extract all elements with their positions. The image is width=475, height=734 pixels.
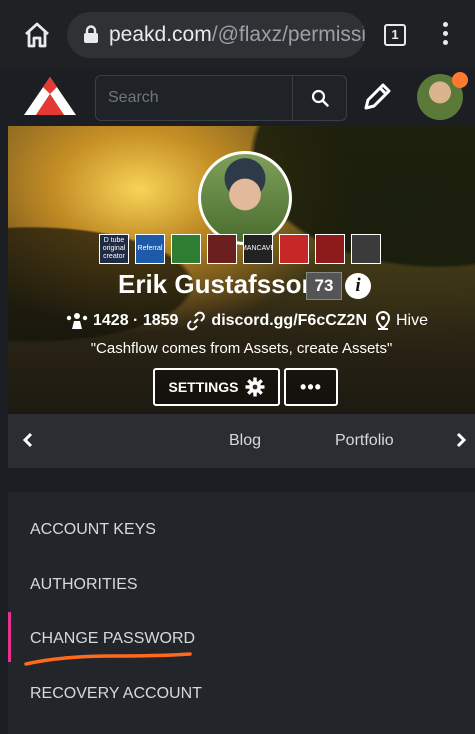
badge-people[interactable] [351, 234, 381, 264]
profile-avatar [198, 151, 292, 245]
stats-separator: · [133, 312, 139, 329]
badge-dtube[interactable]: D tube original creator [99, 234, 129, 264]
chevron-left-icon[interactable] [22, 432, 34, 448]
settings-label: SETTINGS [168, 379, 239, 395]
search-button[interactable] [292, 76, 347, 120]
profile-tabs: Blog Portfolio [8, 414, 475, 468]
badges-row: D tube original creator Referral MANCAVE [99, 234, 381, 264]
lock-icon [84, 25, 98, 43]
gear-icon [245, 377, 264, 397]
tab-blog[interactable]: Blog [229, 432, 261, 450]
badge-mancave[interactable]: MANCAVE [243, 234, 273, 264]
chevron-right-icon[interactable] [455, 432, 467, 448]
info-icon[interactable]: i [345, 273, 371, 299]
settings-button[interactable]: SETTINGS [153, 368, 280, 406]
location-icon [375, 311, 391, 331]
following-count[interactable]: 1859 [143, 312, 179, 330]
notification-dot [452, 72, 468, 88]
reputation-badge: 73 [306, 272, 342, 300]
profile-about: "Cashflow comes from Assets, create Asse… [90, 340, 393, 357]
badge-thumbs-up[interactable] [279, 234, 309, 264]
menu-item-recovery-account[interactable]: RECOVERY ACCOUNT [30, 685, 202, 703]
badge-dark-red[interactable] [207, 234, 237, 264]
followers-icon [66, 312, 88, 330]
profile-stats: 1428 · 1859 discord.gg/F6cCZ2N Hive [66, 310, 428, 332]
browser-toolbar: peakd.com/@flaxz/permissi 1 [0, 0, 475, 68]
website-link[interactable]: discord.gg/F6cCZ2N [211, 312, 367, 330]
location-text: Hive [396, 312, 429, 329]
profile-cover: D tube original creator Referral MANCAVE… [8, 126, 475, 414]
pencil-icon[interactable] [360, 80, 394, 114]
url-text: peakd.com/@flaxz/permissi [109, 23, 365, 47]
underline-annotation [24, 652, 192, 666]
link-icon [186, 311, 206, 331]
tab-portfolio[interactable]: Portfolio [335, 432, 394, 450]
username-row: Erik Gustafsson 73 i [8, 269, 475, 303]
menu-item-account-keys[interactable]: ACCOUNT KEYS [30, 521, 156, 539]
browser-menu-icon[interactable] [441, 22, 451, 49]
menu-item-authorities[interactable]: AUTHORITIES [30, 576, 138, 594]
search-icon [311, 89, 329, 107]
home-icon[interactable] [22, 20, 52, 50]
badge-referral[interactable]: Referral [135, 234, 165, 264]
profile-name: Erik Gustafsson [118, 269, 318, 299]
active-indicator [8, 612, 11, 662]
menu-item-change-password[interactable]: CHANGE PASSWORD [30, 630, 195, 648]
user-avatar-menu[interactable] [417, 72, 468, 120]
search-box [95, 75, 347, 121]
peakd-logo[interactable] [24, 77, 76, 117]
url-domain: peakd.com [109, 23, 212, 46]
search-input[interactable] [96, 76, 292, 120]
badge-heart[interactable] [315, 234, 345, 264]
tab-switcher-button[interactable]: 1 [384, 24, 406, 46]
more-options-button[interactable]: ••• [284, 368, 338, 406]
site-header [0, 68, 475, 126]
followers-count[interactable]: 1428 [93, 312, 129, 330]
badge-green[interactable] [171, 234, 201, 264]
address-bar[interactable]: peakd.com/@flaxz/permissi [67, 12, 365, 58]
permissions-menu: ACCOUNT KEYS AUTHORITIES CHANGE PASSWORD… [8, 492, 475, 734]
url-path: /@flaxz/permissi [211, 23, 365, 46]
